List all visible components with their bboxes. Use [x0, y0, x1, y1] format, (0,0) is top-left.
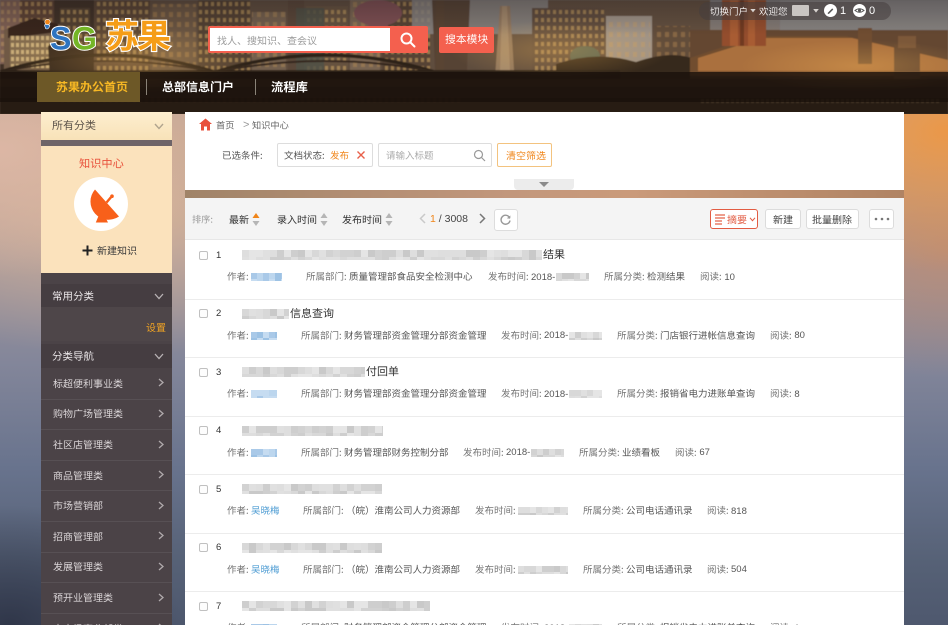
- svg-text:G: G: [72, 21, 97, 57]
- svg-text:S: S: [50, 21, 71, 57]
